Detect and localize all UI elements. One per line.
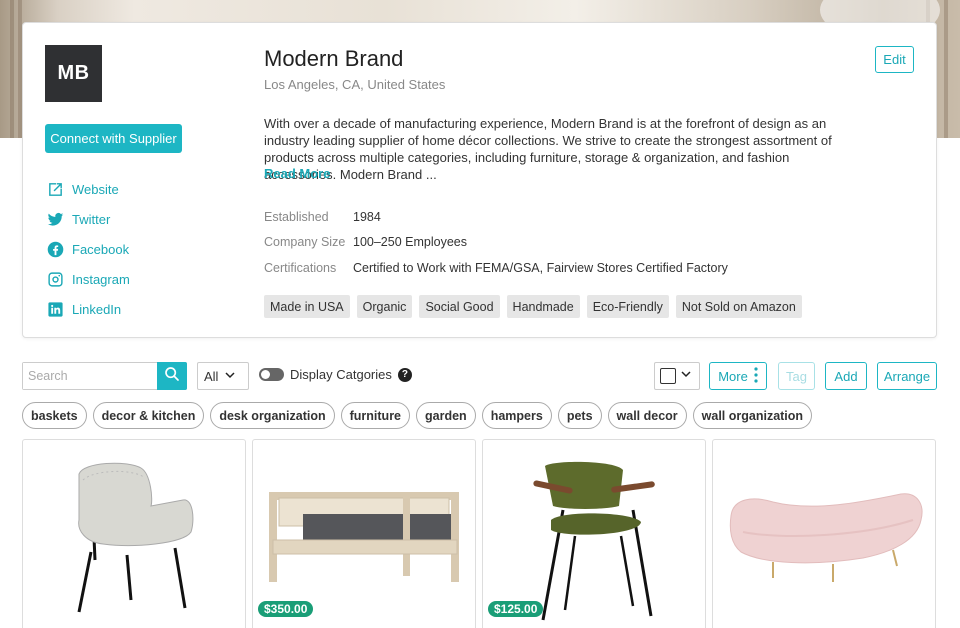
fact-value: 100–250 Employees (353, 235, 467, 250)
website-link[interactable]: Website (47, 174, 130, 204)
category-chip[interactable]: baskets (22, 402, 87, 429)
filter-select-value: All (204, 368, 219, 384)
instagram-link[interactable]: Instagram (47, 264, 130, 294)
fact-label: Certifications (264, 260, 337, 275)
company-facts: Established 1984 Company Size 100–250 Em… (264, 204, 728, 281)
badge: Made in USA (264, 295, 350, 318)
filter-select[interactable]: All (197, 362, 249, 390)
product-image-green-dining-chair (533, 461, 655, 621)
product-image-pink-curved-sofa (729, 493, 923, 582)
fact-value: Certified to Work with FEMA/GSA, Fairvie… (353, 260, 728, 275)
search-box (22, 362, 187, 390)
linkedin-link-label: LinkedIn (72, 301, 122, 317)
product-card[interactable] (712, 439, 936, 628)
linkedin-link[interactable]: LinkedIn (47, 294, 130, 324)
twitter-icon (47, 211, 64, 228)
product-image-cane-daybed (269, 492, 459, 582)
badge: Social Good (419, 295, 500, 318)
product-card[interactable]: $350.00 (252, 439, 476, 628)
connect-with-supplier-button[interactable]: Connect with Supplier (45, 124, 182, 153)
search-input[interactable] (23, 363, 157, 389)
tag-button[interactable]: Tag (778, 362, 815, 390)
more-button-label: More (718, 368, 748, 384)
facebook-icon (47, 241, 64, 258)
brand-name: Modern Brand (264, 46, 404, 71)
product-image-boucle-armchair (77, 462, 194, 613)
bulk-select-dropdown[interactable] (654, 362, 700, 390)
attribute-badges: Made in USA Organic Social Good Handmade… (264, 295, 802, 318)
display-categories-toggle[interactable] (259, 368, 284, 381)
fact-value: 1984 (353, 209, 381, 224)
price-badge: $125.00 (488, 601, 544, 617)
twitter-link[interactable]: Twitter (47, 204, 130, 234)
edit-button[interactable]: Edit (875, 46, 914, 73)
badge: Eco-Friendly (586, 295, 669, 318)
display-categories-label: Display Catgories (290, 367, 392, 382)
category-chip[interactable]: furniture (340, 402, 411, 429)
social-links: Website Twitter Facebook Instagram Linke… (47, 174, 130, 324)
brand-location: Los Angeles, CA, United States (264, 77, 446, 92)
product-grid: $350.00 $125.00 (22, 439, 936, 628)
product-card[interactable] (22, 439, 246, 628)
category-chip[interactable]: desk organization (210, 402, 335, 429)
category-chip[interactable]: pets (557, 402, 602, 429)
category-chip[interactable]: garden (416, 402, 476, 429)
instagram-icon (47, 271, 64, 288)
select-all-checkbox[interactable] (660, 368, 676, 384)
brand-description: With over a decade of manufacturing expe… (264, 116, 832, 182)
price-badge: $350.00 (258, 601, 314, 617)
facebook-link[interactable]: Facebook (47, 234, 130, 264)
chevron-down-icon (680, 367, 692, 385)
search-icon (164, 366, 180, 387)
category-chip[interactable]: hampers (481, 402, 552, 429)
fact-certifications: Certifications Certified to Work with FE… (264, 255, 728, 281)
website-link-label: Website (72, 181, 119, 197)
badge: Not Sold on Amazon (675, 295, 802, 318)
kebab-icon (754, 366, 758, 386)
badge: Handmade (506, 295, 580, 318)
help-icon[interactable]: ? (397, 367, 412, 382)
more-button[interactable]: More (709, 362, 767, 390)
brand-logo: MB (45, 45, 102, 102)
search-button[interactable] (157, 362, 187, 390)
fact-label: Established (264, 209, 329, 224)
category-filter-chips: baskets decor & kitchen desk organizatio… (22, 402, 813, 429)
badge: Organic (356, 295, 413, 318)
arrange-button[interactable]: Arrange (877, 362, 937, 390)
facebook-link-label: Facebook (72, 241, 130, 257)
instagram-link-label: Instagram (72, 271, 130, 287)
display-categories-control: Display Catgories ? (259, 367, 412, 382)
fact-company-size: Company Size 100–250 Employees (264, 230, 728, 256)
category-chip[interactable]: wall decor (607, 402, 687, 429)
chevron-down-icon (224, 369, 236, 384)
fact-established: Established 1984 (264, 204, 728, 230)
twitter-link-label: Twitter (72, 211, 111, 227)
add-button[interactable]: Add (825, 362, 867, 390)
fact-label: Company Size (264, 235, 346, 250)
linkedin-icon (47, 301, 64, 318)
read-more-link[interactable]: Read More (264, 166, 330, 181)
category-chip[interactable]: wall organization (692, 402, 813, 429)
external-link-icon (47, 181, 64, 198)
product-card[interactable]: $125.00 (482, 439, 706, 628)
category-chip[interactable]: decor & kitchen (92, 402, 205, 429)
supplier-profile-card: MB Connect with Supplier Website Twitter… (22, 22, 937, 338)
